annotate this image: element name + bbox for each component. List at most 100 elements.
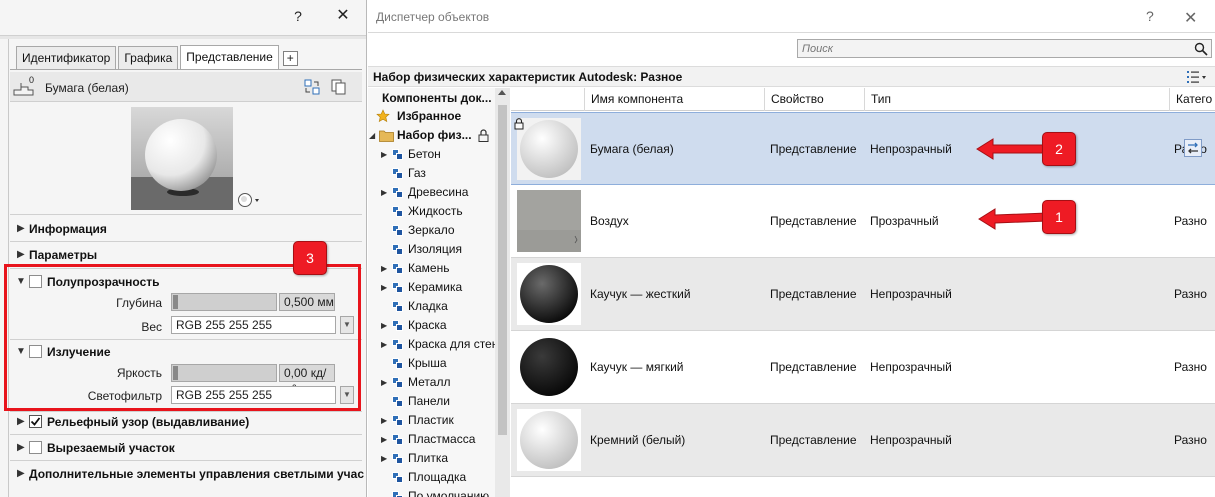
scroll-up-icon[interactable]	[498, 90, 506, 95]
tree-header[interactable]: Компоненты док...	[382, 89, 492, 108]
column-header-category[interactable]: Катего	[1169, 88, 1215, 111]
asset-header: 0 Бумага (белая)	[10, 72, 362, 102]
category-icon	[392, 358, 404, 370]
expand-arrow-icon[interactable]: ▶	[381, 316, 389, 335]
category-icon-square	[396, 210, 403, 217]
expand-arrow-icon[interactable]: ▶	[381, 145, 389, 164]
asset-name: Бумага (белая)	[45, 81, 129, 95]
tree-category-item[interactable]: По умолчанию	[408, 487, 489, 497]
column-header-type[interactable]: Тип	[864, 88, 1169, 111]
table-row[interactable]: Кремний (белый) Представление Непрозрачный…	[511, 404, 1215, 477]
title-divider	[0, 35, 366, 39]
category-icon	[392, 472, 404, 484]
section-relief[interactable]: Рельефный узор (выдавливание)	[47, 415, 249, 429]
tree-category-item[interactable]: Панели	[408, 392, 450, 411]
tree-library-set[interactable]: Набор физ...	[397, 126, 472, 145]
table-row[interactable]: Бумага (белая)ПредставлениеНепрозрачныйР…	[511, 112, 1215, 185]
tree-scrollbar[interactable]	[495, 88, 510, 497]
tree-category-item[interactable]: Керамика	[408, 278, 462, 297]
tree-category-item[interactable]: Металл	[408, 373, 450, 392]
table-row[interactable]: Воздух Представление Прозрачный Разно	[511, 185, 1215, 258]
expand-arrow-icon[interactable]: ▶	[17, 250, 27, 260]
tree-category-item[interactable]: Пластмасса	[408, 430, 475, 449]
table-row[interactable]: Каучук — мягкий Представление Непрозрачный…	[511, 331, 1215, 404]
section-advanced[interactable]: Дополнительные элементы управления светл…	[29, 467, 364, 481]
expand-arrow-icon[interactable]: ▶	[17, 443, 27, 453]
section-info[interactable]: Информация	[29, 222, 107, 236]
expand-arrow-icon[interactable]: ▶	[381, 449, 389, 468]
material-editor-panel: ? ✕ Идентификатор Графика Представление …	[0, 0, 367, 497]
expand-arrow-icon[interactable]: ▶	[381, 430, 389, 449]
scrollbar-thumb[interactable]	[498, 105, 507, 435]
expand-arrow-icon[interactable]: ▶	[381, 335, 389, 354]
close-button[interactable]: ✕	[333, 6, 353, 26]
category-icon	[392, 491, 404, 497]
annotation-arrow	[978, 208, 1048, 230]
tree-favorites[interactable]: Избранное	[397, 107, 461, 126]
library-title: Набор физических характеристик Autodesk:…	[373, 70, 683, 84]
help-button[interactable]: ?	[288, 6, 308, 26]
expand-arrow-icon[interactable]: ▶	[17, 417, 27, 427]
search-input[interactable]	[802, 42, 1182, 56]
section-params[interactable]: Параметры	[29, 248, 97, 262]
tree-category-item[interactable]: Бетон	[408, 145, 441, 164]
help-button[interactable]: ?	[1146, 8, 1154, 24]
replace-asset-icon[interactable]	[304, 79, 320, 95]
tree-category-item[interactable]: Площадка	[408, 468, 466, 487]
expand-arrow-icon[interactable]: ▶	[17, 224, 27, 234]
section-cutout[interactable]: Вырезаемый участок	[47, 441, 175, 455]
tree-category-item[interactable]: Крыша	[408, 354, 447, 373]
expand-arrow-icon[interactable]: ▶	[381, 278, 389, 297]
tree-category-item[interactable]: Камень	[408, 259, 449, 278]
material-thumbnail	[517, 190, 581, 252]
category-icon	[392, 415, 404, 427]
cell-component-name: Каучук — жесткий	[590, 287, 691, 301]
callout-badge-2: 2	[1042, 132, 1076, 166]
tab-graphics[interactable]: Графика	[118, 46, 179, 69]
cutout-checkbox[interactable]	[29, 441, 42, 454]
tree-category-item[interactable]: Плитка	[408, 449, 448, 468]
material-thumbnail	[517, 336, 581, 398]
close-button[interactable]: ✕	[1184, 8, 1197, 28]
cell-type: Непрозрачный	[870, 433, 952, 447]
cell-category: Разно	[1174, 360, 1207, 374]
list-view-icon[interactable]	[1186, 70, 1208, 84]
preview-options-icon[interactable]	[237, 192, 261, 208]
expand-arrow-icon[interactable]: ▶	[381, 259, 389, 278]
tab-appearance[interactable]: Представление	[180, 45, 279, 70]
column-header-name[interactable]: Имя компонента	[584, 88, 764, 111]
category-icon	[392, 320, 404, 332]
replace-in-document-icon[interactable]	[1184, 139, 1202, 157]
asset-user-count: 0	[29, 75, 35, 85]
tab-identity[interactable]: Идентификатор	[16, 46, 117, 69]
cell-category: Разно	[1174, 287, 1207, 301]
search-box[interactable]	[797, 39, 1212, 58]
category-icon-square	[396, 248, 403, 255]
table-row[interactable]: Каучук — жесткий Представление Непрозрачны…	[511, 258, 1215, 331]
tree-category-item[interactable]: Зеркало	[408, 221, 455, 240]
search-icon[interactable]	[1194, 42, 1208, 56]
column-header-property[interactable]: Свойство	[764, 88, 864, 111]
tree-category-item[interactable]: Газ	[408, 164, 426, 183]
tree-category-item[interactable]: Жидкость	[408, 202, 463, 221]
material-thumbnail	[517, 118, 581, 180]
category-icon	[392, 377, 404, 389]
expand-arrow-icon[interactable]: ▶	[17, 469, 27, 479]
tree-category-item[interactable]: Краска	[408, 316, 447, 335]
category-icon-square	[396, 267, 403, 274]
cell-property: Представление	[770, 142, 857, 156]
expand-arrow-icon[interactable]: ▶	[381, 411, 389, 430]
section-divider	[10, 411, 362, 412]
add-tab-button[interactable]: +	[282, 51, 298, 66]
tree-category-item[interactable]: Древесина	[408, 183, 468, 202]
category-icon-square	[396, 191, 403, 198]
collapse-arrow-icon[interactable]: ◢	[369, 126, 377, 145]
expand-arrow-icon[interactable]: ▶	[381, 183, 389, 202]
tree-category-item[interactable]: Пластик	[408, 411, 454, 430]
expand-arrow-icon[interactable]: ▶	[381, 373, 389, 392]
relief-checkbox[interactable]	[29, 415, 42, 428]
duplicate-asset-icon[interactable]	[331, 79, 347, 95]
tree-category-item[interactable]: Краска для стен	[408, 335, 498, 354]
tree-category-item[interactable]: Изоляция	[408, 240, 462, 259]
tree-category-item[interactable]: Кладка	[408, 297, 448, 316]
